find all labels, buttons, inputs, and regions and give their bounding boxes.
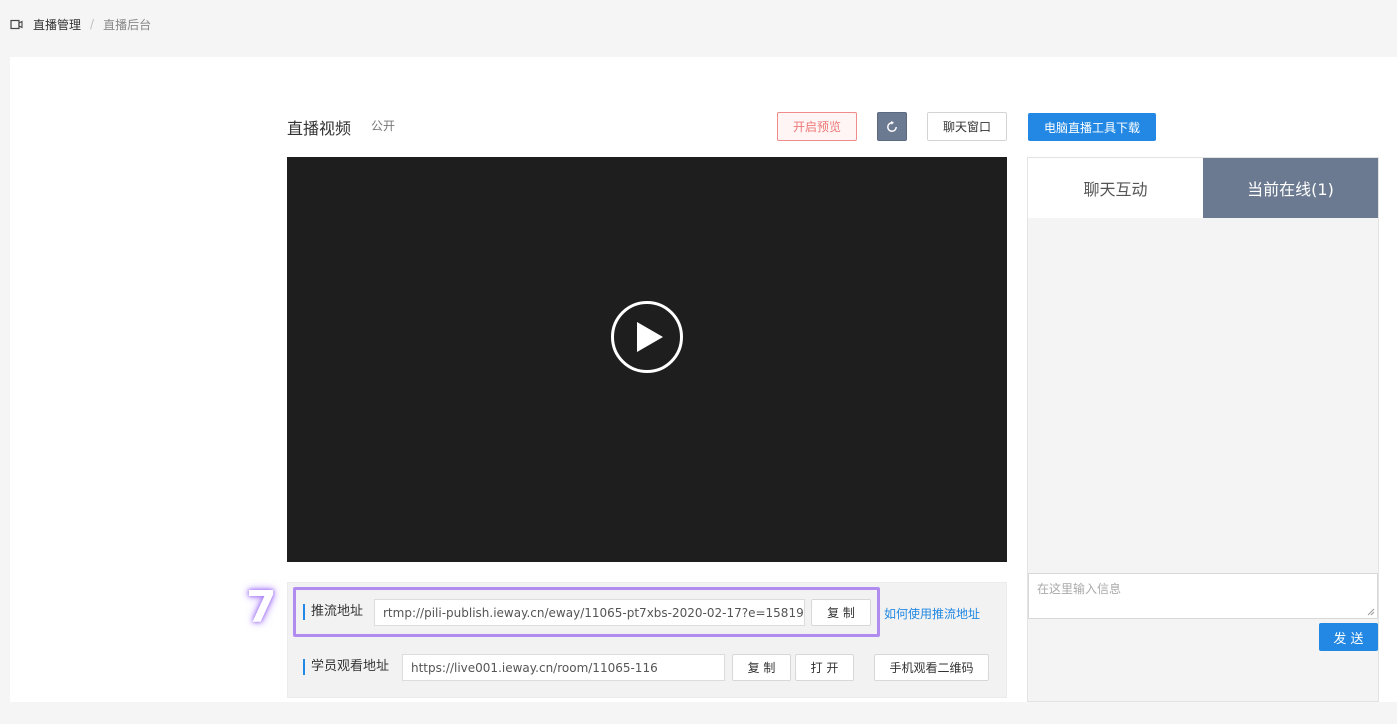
push-url-help-link[interactable]: 如何使用推流地址 [884, 605, 980, 622]
video-camera-icon [10, 19, 23, 29]
chat-panel: 聊天互动 当前在线(1) [1027, 157, 1379, 702]
open-student-url-button[interactable]: 打 开 [795, 654, 854, 681]
breadcrumb-item-live-management[interactable]: 直播管理 [33, 16, 81, 33]
play-icon[interactable] [610, 300, 684, 374]
step-marker: 7 [246, 582, 277, 633]
student-url-label: 学员观看地址 [303, 659, 389, 675]
video-title: 直播视频 [287, 119, 352, 138]
start-preview-button[interactable]: 开启预览 [777, 112, 857, 141]
refresh-button[interactable] [877, 112, 907, 141]
chat-window-button[interactable]: 聊天窗口 [927, 112, 1007, 141]
visibility-badge: 公开 [371, 119, 396, 133]
breadcrumb-separator: / [90, 17, 95, 31]
tab-chat-interaction[interactable]: 聊天互动 [1028, 158, 1203, 218]
chat-input-placeholder: 在这里输入信息 [1037, 582, 1122, 596]
student-url-input[interactable]: https://live001.ieway.cn/room/11065-116 [402, 654, 725, 681]
breadcrumb: 直播管理 / 直播后台 [10, 14, 151, 34]
highlight-box [293, 587, 880, 637]
resize-handle-icon[interactable] [1367, 608, 1375, 616]
send-button[interactable]: 发 送 [1319, 623, 1378, 651]
breadcrumb-current: 直播后台 [103, 17, 152, 32]
chat-message-input[interactable]: 在这里输入信息 [1028, 573, 1378, 619]
refresh-icon [887, 120, 897, 132]
mobile-qr-code-button[interactable]: 手机观看二维码 [874, 654, 989, 681]
download-tool-button[interactable]: 电脑直播工具下载 [1028, 113, 1156, 141]
tab-online-users[interactable]: 当前在线(1) [1203, 158, 1378, 218]
copy-student-url-button[interactable]: 复 制 [732, 654, 791, 681]
